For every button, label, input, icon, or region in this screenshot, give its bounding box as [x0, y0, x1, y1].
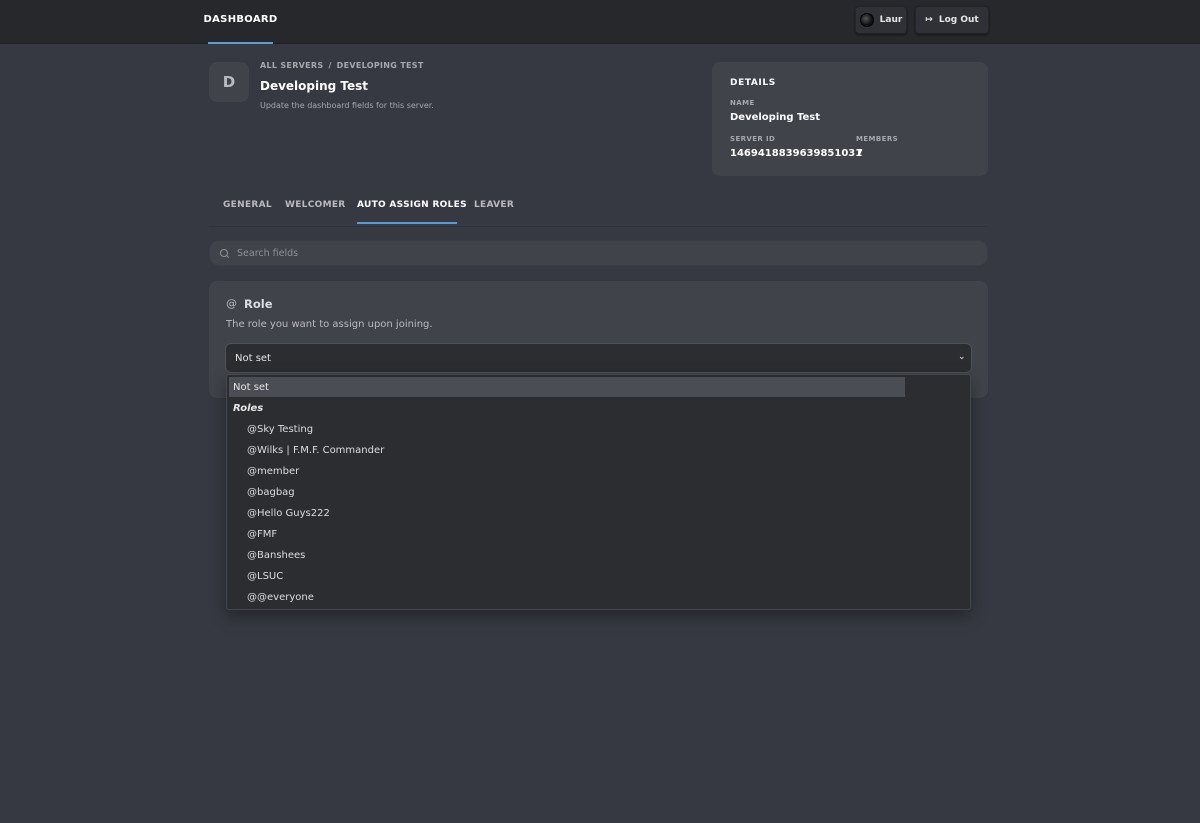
- logout-label: Log Out: [938, 15, 979, 25]
- details-heading: DETAILS: [730, 78, 776, 88]
- page-subtitle: Update the dashboard fields for this ser…: [260, 101, 434, 110]
- server-id-value: 1469418839639851031: [730, 148, 863, 159]
- tab-leaver[interactable]: LEAVER: [474, 200, 514, 225]
- option-role[interactable]: @bagbag: [247, 482, 295, 502]
- active-tab-indicator: [357, 222, 457, 224]
- server-avatar: D: [209, 62, 249, 102]
- server-id-label: SERVER ID: [730, 135, 776, 143]
- breadcrumb-separator: /: [328, 61, 332, 70]
- details-card: DETAILS NAME Developing Test SERVER ID 1…: [712, 62, 988, 176]
- page-title: Developing Test: [260, 79, 369, 93]
- user-menu-button[interactable]: Laur: [855, 6, 907, 34]
- logout-icon: ↦: [925, 15, 933, 25]
- members-label: MEMBERS: [856, 135, 899, 143]
- option-role[interactable]: @Hello Guys222: [247, 503, 330, 523]
- tab-welcomer[interactable]: WELCOMER: [285, 200, 346, 225]
- dashboard-nav-link[interactable]: DASHBOARD: [204, 0, 278, 44]
- members-value: 7: [856, 148, 863, 159]
- search-bar: [209, 240, 988, 266]
- tab-general[interactable]: GENERAL: [223, 200, 272, 225]
- role-dropdown-list: Not set Roles @Sky Testing @Wilks | F.M.…: [226, 374, 971, 610]
- role-select[interactable]: Not set ⌄: [225, 343, 972, 373]
- option-role[interactable]: @@everyone: [247, 587, 314, 607]
- option-role[interactable]: @Banshees: [247, 545, 305, 565]
- tabs-divider: [209, 226, 988, 227]
- active-nav-indicator: [208, 42, 273, 44]
- at-sign-icon: @: [226, 297, 237, 310]
- option-role[interactable]: @Sky Testing: [247, 419, 313, 439]
- role-field-description: The role you want to assign upon joining…: [226, 319, 433, 330]
- option-role[interactable]: @FMF: [247, 524, 277, 544]
- breadcrumb-all-servers[interactable]: ALL SERVERS: [260, 61, 323, 70]
- search-icon: [220, 248, 229, 258]
- role-field-title: Role: [244, 297, 273, 311]
- search-input[interactable]: [237, 247, 937, 259]
- option-role[interactable]: @member: [247, 461, 299, 481]
- user-name-label: Laur: [879, 15, 903, 25]
- option-role[interactable]: @Wilks | F.M.F. Commander: [247, 440, 384, 460]
- chevron-down-icon: ⌄: [958, 352, 966, 362]
- option-not-set[interactable]: Not set: [229, 377, 905, 397]
- role-select-value: Not set: [235, 352, 271, 364]
- breadcrumb-current-server: DEVELOPING TEST: [336, 61, 424, 70]
- option-group-roles: Roles: [233, 402, 264, 414]
- top-navigation-bar: DASHBOARD Laur ↦ Log Out: [0, 0, 1200, 44]
- logout-button[interactable]: ↦ Log Out: [915, 6, 989, 34]
- name-value: Developing Test: [730, 112, 821, 123]
- user-avatar-icon: [859, 13, 874, 27]
- breadcrumb: ALL SERVERS / DEVELOPING TEST: [260, 61, 424, 70]
- name-label: NAME: [730, 99, 755, 107]
- option-role[interactable]: @LSUC: [247, 566, 283, 586]
